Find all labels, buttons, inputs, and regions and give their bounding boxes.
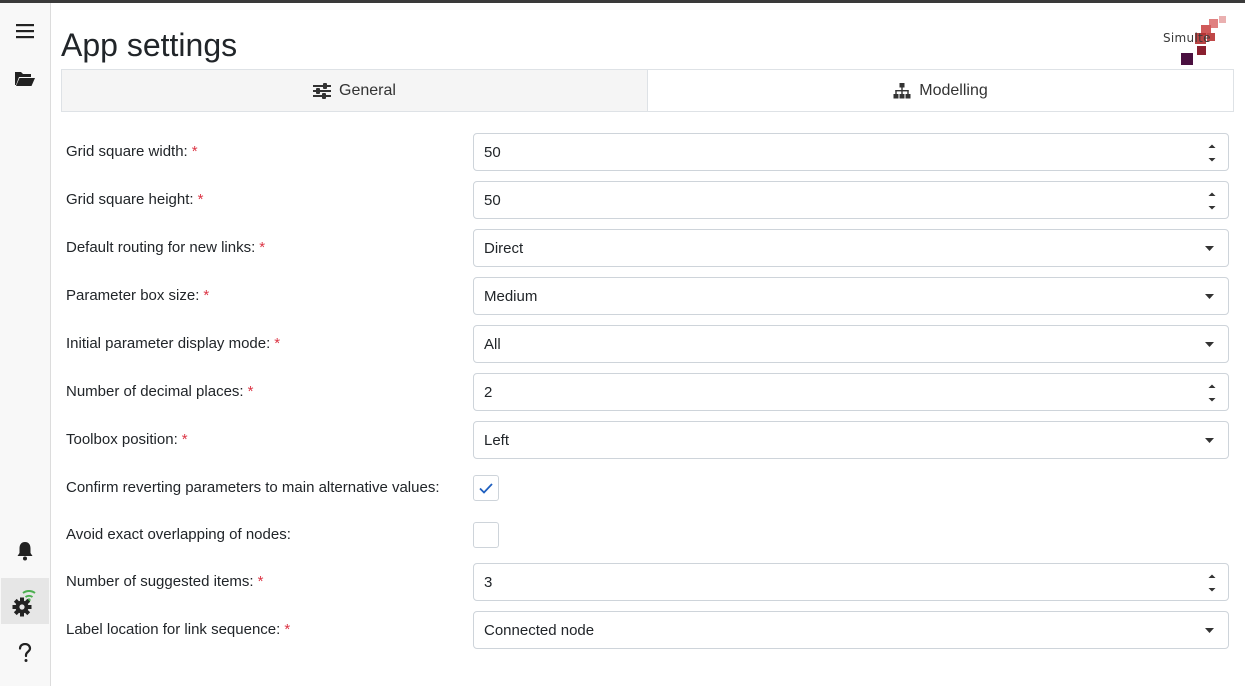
sliders-icon <box>313 82 332 99</box>
toolbox-position-value: Left <box>484 431 510 449</box>
parameter-display-mode-value: All <box>484 335 501 353</box>
spinner-arrows-icon[interactable] <box>1206 139 1218 167</box>
app-logo: Simulte <box>1163 13 1231 67</box>
suggested-items-value: 3 <box>484 573 493 591</box>
spinner-arrows-icon[interactable] <box>1206 187 1218 215</box>
settings-icon <box>12 590 36 617</box>
required-marker: * <box>257 573 264 590</box>
help-button[interactable] <box>1 630 49 676</box>
tab-general[interactable]: General <box>62 70 648 111</box>
sidebar <box>0 3 51 686</box>
logo-text: Simulte <box>1163 31 1211 45</box>
parameter-display-mode-select[interactable]: All <box>473 325 1229 363</box>
tab-modelling[interactable]: Modelling <box>648 70 1233 111</box>
grid-square-width-label: Grid square width: * <box>66 143 198 160</box>
toolbox-position-select[interactable]: Left <box>473 421 1229 459</box>
parameter-box-size-label: Parameter box size: * <box>66 287 210 304</box>
spinner-arrows-icon[interactable] <box>1206 569 1218 597</box>
spinner-arrows-icon[interactable] <box>1206 379 1218 407</box>
tab-general-label: General <box>339 81 396 99</box>
decimal-places-row: Number of decimal places: * 2 <box>66 373 1229 411</box>
confirm-reverting-row: Confirm reverting parameters to main alt… <box>66 469 1229 507</box>
default-routing-row: Default routing for new links: * Direct <box>66 229 1229 267</box>
bell-icon <box>17 542 33 561</box>
required-marker: * <box>247 383 254 400</box>
chevron-down-icon <box>1205 294 1214 299</box>
suggested-items-label: Number of suggested items: * <box>66 573 264 590</box>
folder-open-icon <box>15 72 35 86</box>
required-marker: * <box>197 191 204 208</box>
menu-icon <box>16 24 34 39</box>
avoid-overlapping-checkbox[interactable] <box>473 522 499 548</box>
checkmark-icon <box>479 482 493 494</box>
link-sequence-label-value: Connected node <box>484 621 595 639</box>
main-content: App settings Simulte General Modelling G… <box>51 3 1245 686</box>
grid-square-height-row: Grid square height: * 50 <box>66 181 1229 219</box>
parameter-display-mode-label: Initial parameter display mode: * <box>66 335 281 352</box>
page-title: App settings <box>61 27 238 63</box>
required-marker: * <box>191 143 198 160</box>
parameter-box-size-select[interactable]: Medium <box>473 277 1229 315</box>
grid-square-height-input[interactable]: 50 <box>473 181 1229 219</box>
required-marker: * <box>259 239 266 256</box>
required-marker: * <box>274 335 281 352</box>
parameter-display-mode-row: Initial parameter display mode: * All <box>66 325 1229 363</box>
grid-square-height-label: Grid square height: * <box>66 191 204 208</box>
required-marker: * <box>284 621 291 638</box>
avoid-overlapping-label: Avoid exact overlapping of nodes: <box>66 526 291 543</box>
tab-modelling-label: Modelling <box>919 81 988 99</box>
notifications-button[interactable] <box>1 528 49 574</box>
chevron-down-icon <box>1205 438 1214 443</box>
help-icon <box>18 643 32 662</box>
decimal-places-label: Number of decimal places: * <box>66 383 254 400</box>
sitemap-icon <box>893 82 911 98</box>
default-routing-select[interactable]: Direct <box>473 229 1229 267</box>
suggested-items-input[interactable]: 3 <box>473 563 1229 601</box>
parameter-box-size-value: Medium <box>484 287 538 305</box>
grid-square-width-row: Grid square width: * 50 <box>66 133 1229 171</box>
settings-button[interactable] <box>1 578 49 624</box>
chevron-down-icon <box>1205 628 1214 633</box>
confirm-reverting-checkbox[interactable] <box>473 475 499 501</box>
grid-square-width-value: 50 <box>484 143 501 161</box>
decimal-places-input[interactable]: 2 <box>473 373 1229 411</box>
toolbox-position-label: Toolbox position: * <box>66 431 188 448</box>
link-sequence-label-row: Label location for link sequence: * Conne… <box>66 611 1229 649</box>
required-marker: * <box>203 287 210 304</box>
suggested-items-row: Number of suggested items: * 3 <box>66 563 1229 601</box>
open-project-button[interactable] <box>1 55 49 101</box>
decimal-places-value: 2 <box>484 383 493 401</box>
parameter-box-size-row: Parameter box size: * Medium <box>66 277 1229 315</box>
link-sequence-label-select[interactable]: Connected node <box>473 611 1229 649</box>
avoid-overlapping-row: Avoid exact overlapping of nodes: <box>66 516 1229 554</box>
menu-button[interactable] <box>1 8 49 54</box>
default-routing-value: Direct <box>484 239 524 257</box>
settings-tabs: General Modelling <box>61 69 1234 112</box>
grid-square-height-value: 50 <box>484 191 501 209</box>
link-sequence-label-label: Label location for link sequence: * <box>66 621 291 638</box>
default-routing-label: Default routing for new links: * <box>66 239 266 256</box>
chevron-down-icon <box>1205 246 1214 251</box>
confirm-reverting-label: Confirm reverting parameters to main alt… <box>66 479 440 496</box>
required-marker: * <box>181 431 188 448</box>
chevron-down-icon <box>1205 342 1214 347</box>
toolbox-position-row: Toolbox position: * Left <box>66 421 1229 459</box>
grid-square-width-input[interactable]: 50 <box>473 133 1229 171</box>
